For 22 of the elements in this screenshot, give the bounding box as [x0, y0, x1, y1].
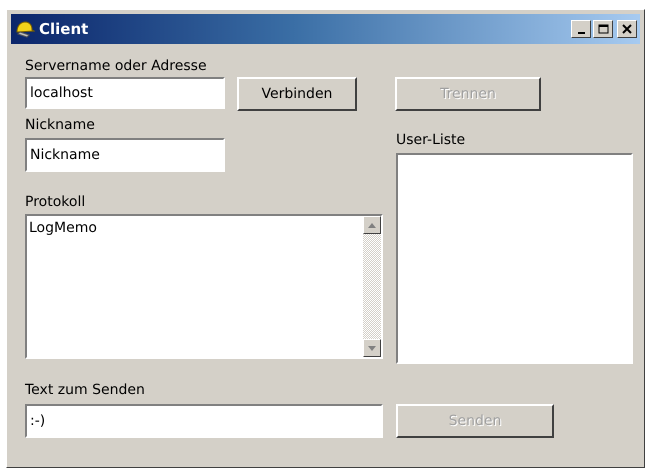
- minimize-button[interactable]: [571, 20, 591, 38]
- helmet-icon: [15, 20, 35, 38]
- field-label: Servername oder Adresse: [25, 58, 208, 75]
- server-field[interactable]: localhost: [25, 77, 225, 109]
- message-field[interactable]: :-): [25, 404, 383, 438]
- up-arrow-icon[interactable]: [368, 222, 376, 228]
- maximize-icon: [598, 24, 608, 34]
- nickname-field[interactable]: Nickname: [25, 138, 225, 172]
- field-label: Protokoll: [25, 194, 86, 211]
- field-label: Nickname: [25, 117, 96, 134]
- close-icon: [622, 24, 632, 34]
- window-title: Client: [39, 20, 90, 38]
- maximize-button[interactable]: [593, 20, 613, 38]
- log-text: LogMemo: [28, 219, 98, 238]
- log-memo[interactable]: LogMemo: [25, 214, 383, 359]
- scrollbar[interactable]: [363, 216, 381, 357]
- field-label: Text zum Senden: [25, 382, 146, 399]
- connect-button[interactable]: Verbinden: [237, 77, 357, 111]
- minimize-icon: [578, 32, 584, 34]
- down-arrow-icon[interactable]: [368, 346, 376, 350]
- list-label: User-Liste: [396, 132, 466, 149]
- close-button[interactable]: [617, 20, 637, 38]
